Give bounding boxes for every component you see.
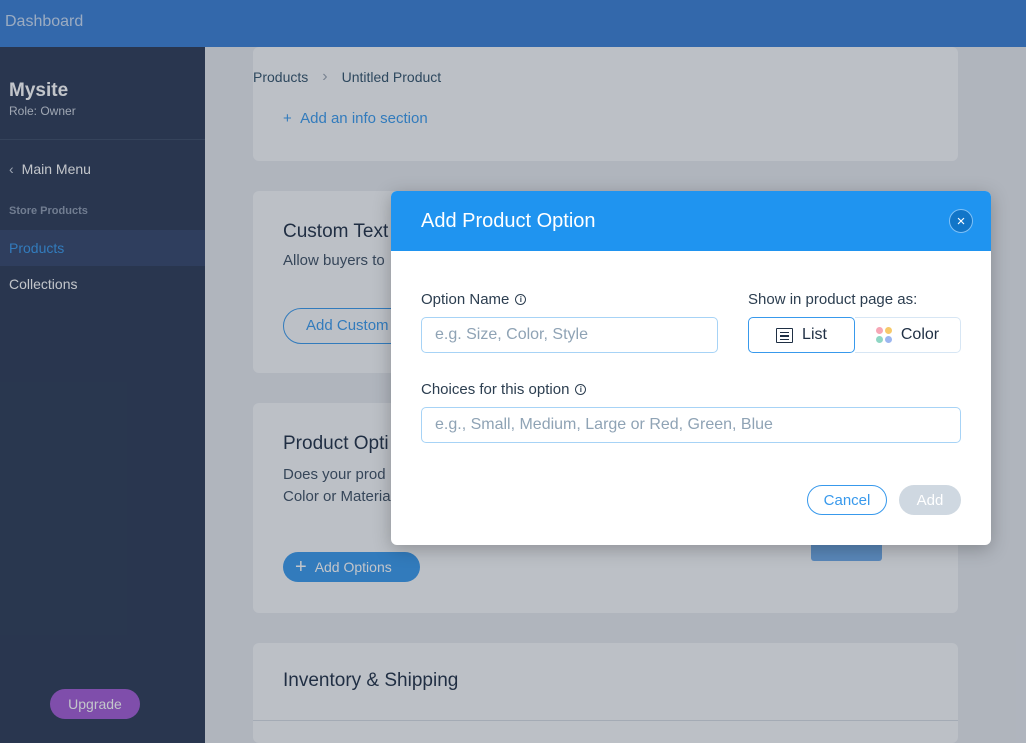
color-option-label: Color bbox=[900, 326, 940, 343]
display-type-toggle: List Color bbox=[748, 317, 961, 353]
dialog-header: Add Product Option × bbox=[391, 191, 991, 251]
list-icon bbox=[776, 327, 794, 343]
option-name-label-text: Option Name bbox=[421, 291, 510, 308]
cancel-button[interactable]: Cancel bbox=[807, 485, 887, 515]
info-icon[interactable]: i bbox=[515, 294, 527, 305]
choices-input[interactable] bbox=[421, 407, 961, 443]
option-name-input[interactable] bbox=[421, 317, 718, 353]
list-option-label: List bbox=[802, 326, 827, 343]
show-as-label: Show in product page as: bbox=[748, 291, 918, 308]
choices-label: Choices for this option i bbox=[421, 381, 587, 398]
add-button[interactable]: Add bbox=[899, 485, 961, 515]
color-swatches-icon bbox=[875, 327, 892, 343]
add-product-option-dialog: Add Product Option × Option Name i Show … bbox=[391, 191, 991, 545]
dialog-title: Add Product Option bbox=[421, 210, 596, 232]
option-name-label: Option Name i bbox=[421, 291, 527, 308]
color-option-button[interactable]: Color bbox=[855, 317, 961, 353]
list-option-button[interactable]: List bbox=[748, 317, 855, 353]
info-icon[interactable]: i bbox=[575, 384, 587, 395]
close-icon[interactable]: × bbox=[949, 209, 973, 233]
choices-label-text: Choices for this option bbox=[421, 381, 570, 398]
